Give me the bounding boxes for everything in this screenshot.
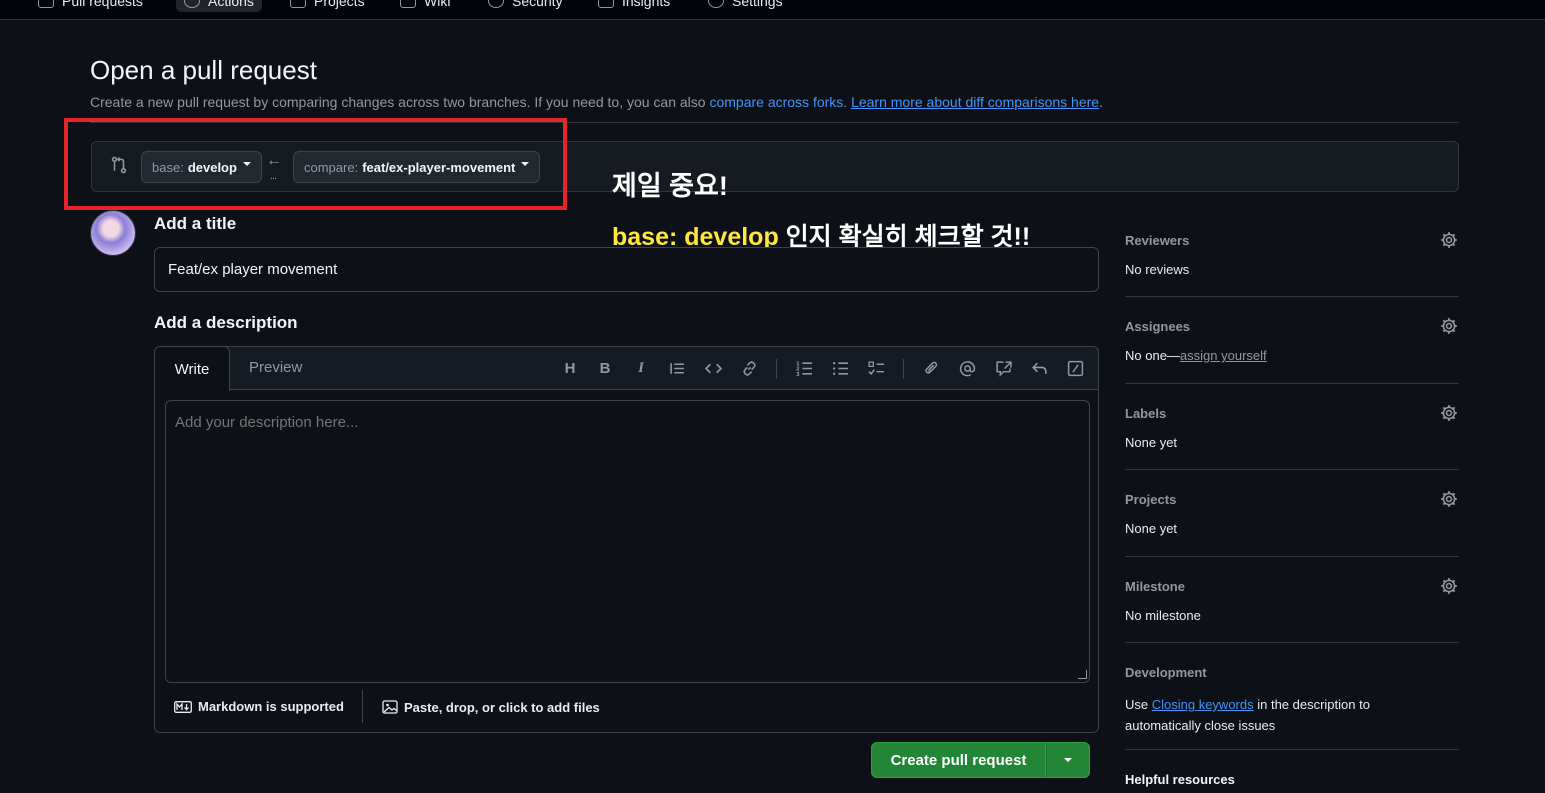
milestone-value: No milestone xyxy=(1125,608,1201,623)
graph-icon xyxy=(598,0,614,8)
sidebar-divider xyxy=(1125,469,1459,470)
mention-icon[interactable] xyxy=(956,357,978,379)
description-textarea[interactable] xyxy=(165,400,1090,683)
assign-yourself-link[interactable]: assign yourself xyxy=(1180,348,1267,363)
table-icon xyxy=(290,0,306,8)
tab-security[interactable]: Security xyxy=(488,0,563,12)
bold-icon[interactable]: B xyxy=(594,357,616,379)
milestone-title: Milestone xyxy=(1125,579,1185,594)
tab-pull-requests[interactable]: Pull requests xyxy=(38,0,143,12)
markdown-icon xyxy=(174,700,192,713)
reply-icon[interactable] xyxy=(1028,357,1050,379)
annotation-highlight-box xyxy=(64,118,567,210)
svg-text:3: 3 xyxy=(796,371,800,376)
repo-nav: Pull requests Actions Projects Wiki Secu… xyxy=(0,0,1545,20)
code-icon[interactable] xyxy=(702,357,724,379)
reviewers-value: No reviews xyxy=(1125,262,1190,277)
create-pull-request-button[interactable]: Create pull request xyxy=(871,742,1046,778)
avatar xyxy=(90,210,136,256)
tab-preview[interactable]: Preview xyxy=(249,359,302,376)
tab-settings[interactable]: Settings xyxy=(708,0,783,12)
page-title: Open a pull request xyxy=(90,55,317,85)
gear-icon[interactable] xyxy=(1440,577,1458,595)
development-text: Use Closing keywords in the description … xyxy=(1125,697,1370,733)
link-icon[interactable] xyxy=(738,357,760,379)
closing-keywords-link[interactable]: Closing keywords xyxy=(1152,697,1254,712)
page-subtitle: Create a new pull request by comparing c… xyxy=(90,94,1103,110)
quote-icon[interactable] xyxy=(666,357,688,379)
toolbar-divider xyxy=(776,359,777,379)
gear-icon[interactable] xyxy=(1440,490,1458,508)
sidebar-divider xyxy=(1125,383,1459,384)
image-icon xyxy=(382,700,398,714)
play-icon xyxy=(184,0,200,8)
description-editor: Write Preview H B I 123 Markdown is supp… xyxy=(154,346,1099,733)
heading-icon[interactable]: H xyxy=(559,357,581,379)
assignees-value: No one—assign yourself xyxy=(1125,348,1267,363)
sidebar-divider xyxy=(1125,749,1459,750)
gear-icon xyxy=(708,0,724,8)
caret-down-icon xyxy=(1064,758,1072,762)
slash-command-icon[interactable] xyxy=(1064,357,1086,379)
unordered-list-icon[interactable] xyxy=(829,357,851,379)
gear-icon[interactable] xyxy=(1440,317,1458,335)
tab-write[interactable]: Write xyxy=(154,346,230,391)
pull-request-icon xyxy=(38,0,54,8)
toolbar-divider xyxy=(903,359,904,379)
create-pr-button-group: Create pull request xyxy=(871,742,1090,778)
title-input[interactable] xyxy=(154,247,1099,292)
assignees-title: Assignees xyxy=(1125,319,1191,334)
book-icon xyxy=(400,0,416,8)
footer-divider xyxy=(362,690,363,723)
shield-icon xyxy=(488,0,504,8)
sidebar-divider xyxy=(1125,556,1459,557)
projects-title: Projects xyxy=(1125,492,1177,507)
italic-icon[interactable]: I xyxy=(630,357,652,379)
helpful-resources-title: Helpful resources xyxy=(1125,772,1235,787)
title-label: Add a title xyxy=(154,214,237,233)
gear-icon[interactable] xyxy=(1440,231,1458,249)
ordered-list-icon[interactable]: 123 xyxy=(793,357,815,379)
create-pr-dropdown-button[interactable] xyxy=(1046,742,1090,778)
projects-value: None yet xyxy=(1125,521,1178,536)
tab-insights[interactable]: Insights xyxy=(598,0,670,12)
compare-forks-link[interactable]: compare across forks. xyxy=(709,94,847,110)
development-title: Development xyxy=(1125,665,1207,680)
attach-files-button[interactable]: Paste, drop, or click to add files xyxy=(382,699,600,715)
reviewers-title: Reviewers xyxy=(1125,233,1190,248)
annotation-line-1: 제일 중요! xyxy=(612,171,728,201)
markdown-supported-link[interactable]: Markdown is supported xyxy=(174,699,344,714)
paperclip-icon[interactable] xyxy=(920,357,942,379)
task-list-icon[interactable] xyxy=(865,357,887,379)
tab-wiki[interactable]: Wiki xyxy=(400,0,450,12)
cross-reference-icon[interactable] xyxy=(992,357,1014,379)
description-label: Add a description xyxy=(154,313,298,332)
sidebar-divider xyxy=(1125,296,1459,297)
tab-actions[interactable]: Actions xyxy=(176,0,262,12)
labels-value: None yet xyxy=(1125,435,1178,450)
sidebar-divider xyxy=(1125,642,1459,643)
gear-icon[interactable] xyxy=(1440,404,1458,422)
labels-title: Labels xyxy=(1125,406,1167,421)
learn-more-link[interactable]: Learn more about diff comparisons here xyxy=(851,94,1099,110)
resize-handle[interactable] xyxy=(1078,670,1087,679)
tab-projects[interactable]: Projects xyxy=(290,0,365,12)
